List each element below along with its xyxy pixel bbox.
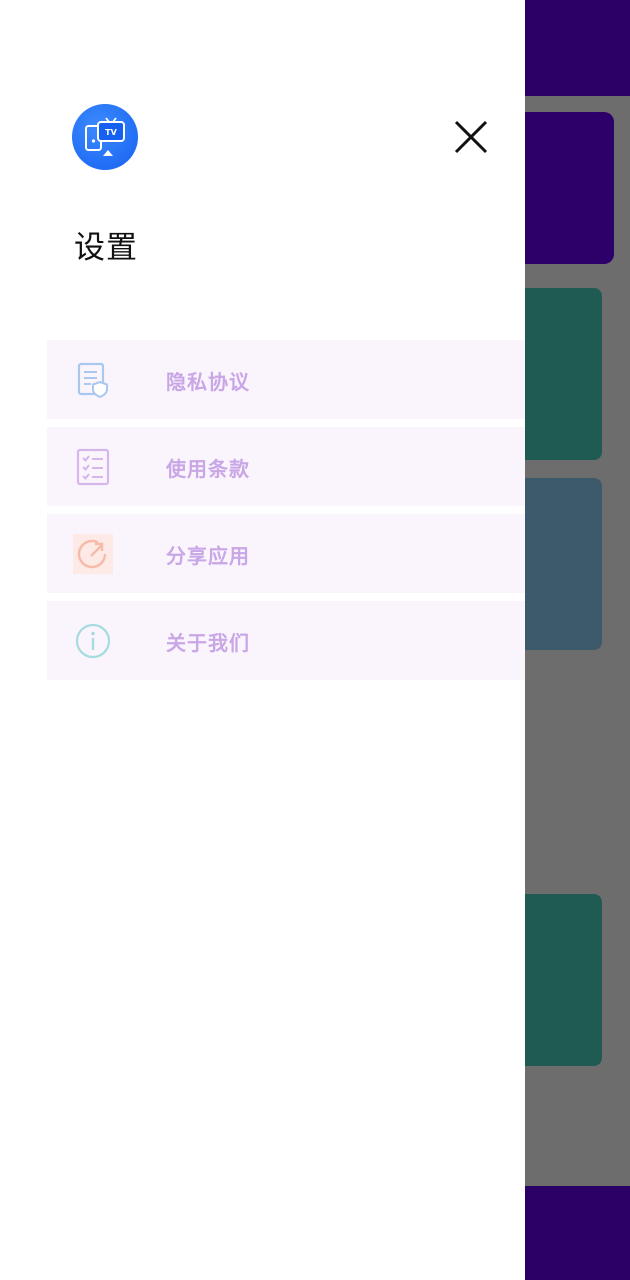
info-icon	[75, 623, 111, 659]
menu-item-about-us[interactable]: 关于我们	[47, 601, 525, 680]
menu-item-terms-of-use[interactable]: 使用条款	[47, 427, 525, 506]
settings-drawer: TV 设置 隐私协议 使用条款 分享应用 关于我们	[0, 0, 525, 1280]
svg-text:TV: TV	[105, 128, 117, 137]
menu-label-about-us: 关于我们	[166, 631, 250, 655]
tv-cast-app-icon: TV	[72, 104, 138, 170]
menu-item-privacy-policy[interactable]: 隐私协议	[47, 340, 525, 419]
drawer-title: 设置	[74, 230, 138, 266]
close-icon[interactable]	[448, 114, 494, 160]
menu-label-terms-of-use: 使用条款	[166, 457, 250, 481]
privacy-document-shield-icon	[77, 362, 108, 399]
menu-label-privacy-policy: 隐私协议	[166, 370, 250, 394]
settings-menu: 隐私协议 使用条款 分享应用 关于我们	[47, 340, 525, 688]
menu-item-share-app[interactable]: 分享应用	[47, 514, 525, 593]
screen: TV 设置 隐私协议 使用条款 分享应用 关于我们	[0, 0, 630, 1280]
share-arrow-icon	[73, 534, 113, 574]
menu-label-share-app: 分享应用	[166, 544, 250, 568]
checklist-icon	[76, 448, 110, 486]
